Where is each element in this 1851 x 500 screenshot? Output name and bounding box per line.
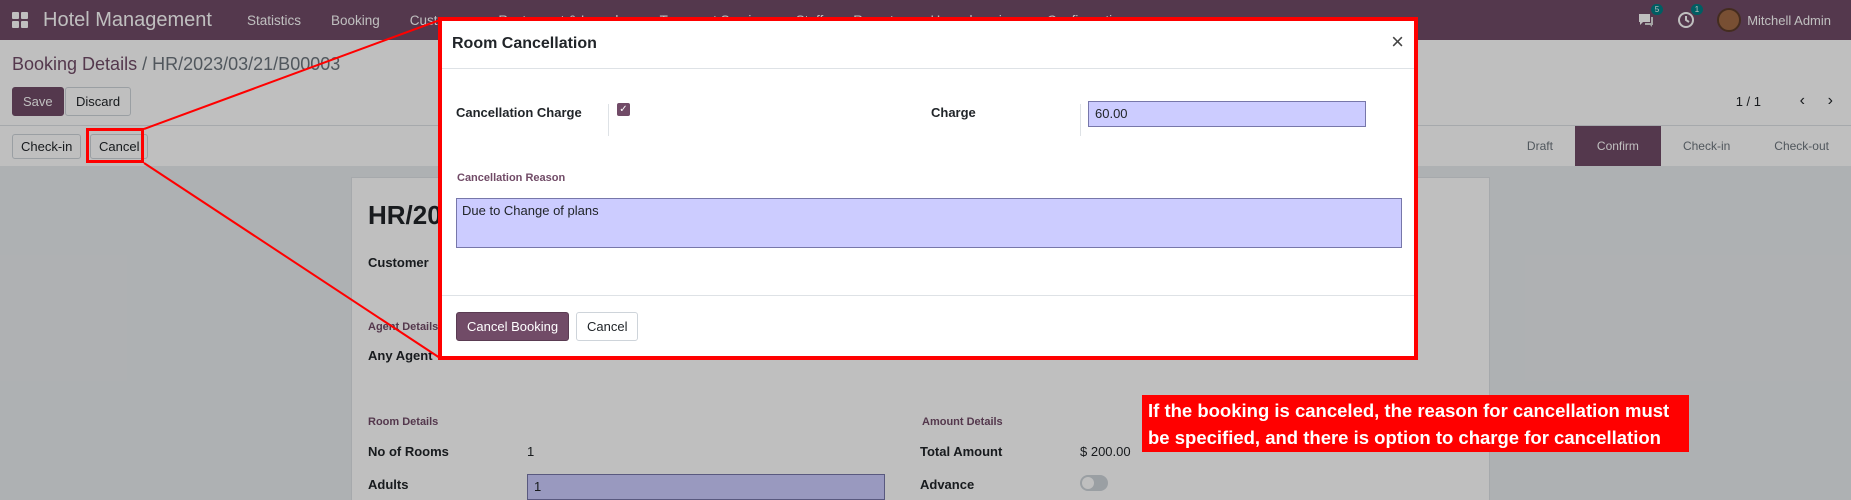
dialog-footer: Cancel Booking Cancel (442, 295, 1414, 360)
charge-input[interactable]: 60.00 (1088, 101, 1366, 127)
field-divider (608, 104, 609, 136)
field-divider (1080, 104, 1081, 136)
cancel-booking-button[interactable]: Cancel Booking (456, 312, 570, 341)
cancel-highlight-box (86, 128, 144, 163)
cancellation-charge-checkbox[interactable]: ✓ (617, 103, 630, 116)
close-icon[interactable]: × (1391, 29, 1404, 55)
cancellation-charge-label: Cancellation Charge (456, 105, 582, 120)
annotation-note: If the booking is canceled, the reason f… (1142, 395, 1689, 452)
charge-label: Charge (931, 105, 976, 120)
dialog-cancel-button[interactable]: Cancel (576, 312, 639, 341)
room-cancellation-dialog: Room Cancellation × Cancellation Charge … (438, 17, 1418, 360)
dialog-header: Room Cancellation × (442, 21, 1414, 69)
cancellation-reason-textarea[interactable]: Due to Change of plans (456, 198, 1402, 248)
dialog-title: Room Cancellation (452, 35, 597, 52)
cancellation-reason-label: Cancellation Reason (457, 172, 566, 184)
